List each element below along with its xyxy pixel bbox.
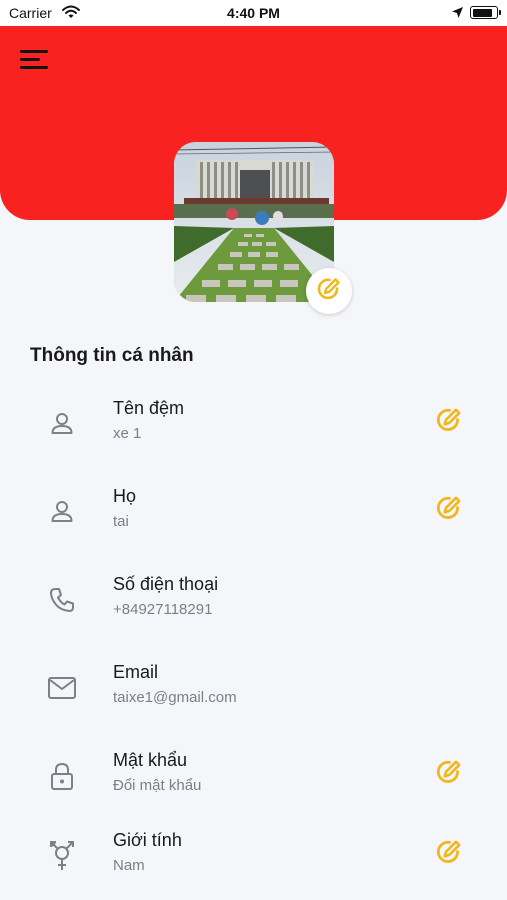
field-value: Đổi mật khẩu [113, 777, 202, 794]
field-row-gender: Giới tính Nam [0, 812, 507, 900]
edit-pencil-icon [434, 757, 464, 792]
person-icon [42, 404, 82, 444]
avatar-edit-button[interactable] [306, 268, 352, 314]
field-row-middle-name: Tên đệm xe 1 [0, 380, 507, 468]
edit-gender-button[interactable] [431, 836, 467, 872]
battery-icon [470, 6, 498, 19]
field-row-email: Email taixe1@gmail.com [0, 644, 507, 732]
lock-icon [42, 756, 82, 796]
menu-button[interactable] [18, 48, 52, 72]
field-row-password: Mật khẩu Đổi mật khẩu [0, 732, 507, 820]
field-label: Số điện thoại [113, 574, 219, 594]
person-icon [42, 492, 82, 532]
mail-icon [42, 668, 82, 708]
field-row-phone: Số điện thoại +84927118291 [0, 556, 507, 644]
battery-tip [499, 10, 501, 15]
edit-last-name-button[interactable] [431, 492, 467, 528]
field-row-last-name: Họ tai [0, 468, 507, 556]
field-value: taixe1@gmail.com [113, 689, 237, 706]
edit-pencil-icon [434, 493, 464, 528]
clock: 4:40 PM [227, 5, 280, 21]
field-label: Giới tính [113, 830, 182, 850]
edit-password-button[interactable] [431, 756, 467, 792]
field-label: Họ [113, 486, 137, 506]
gender-icon [42, 836, 82, 876]
edit-pencil-icon [315, 275, 343, 308]
edit-middle-name-button[interactable] [431, 404, 467, 440]
edit-pencil-icon [434, 405, 464, 440]
edit-pencil-icon [434, 837, 464, 872]
field-label: Tên đệm [113, 398, 185, 418]
field-value: +84927118291 [113, 601, 213, 618]
field-value: xe 1 [113, 425, 142, 442]
status-bar: Carrier 4:40 PM [0, 0, 507, 26]
phone-icon [42, 580, 82, 620]
field-label: Mật khẩu [113, 750, 188, 770]
location-arrow-icon [451, 6, 464, 24]
field-label: Email [113, 662, 159, 682]
field-value: Nam [113, 857, 145, 874]
field-value: tai [113, 513, 129, 530]
section-title: Thông tin cá nhân [30, 345, 194, 366]
battery-level-fill [472, 8, 493, 17]
